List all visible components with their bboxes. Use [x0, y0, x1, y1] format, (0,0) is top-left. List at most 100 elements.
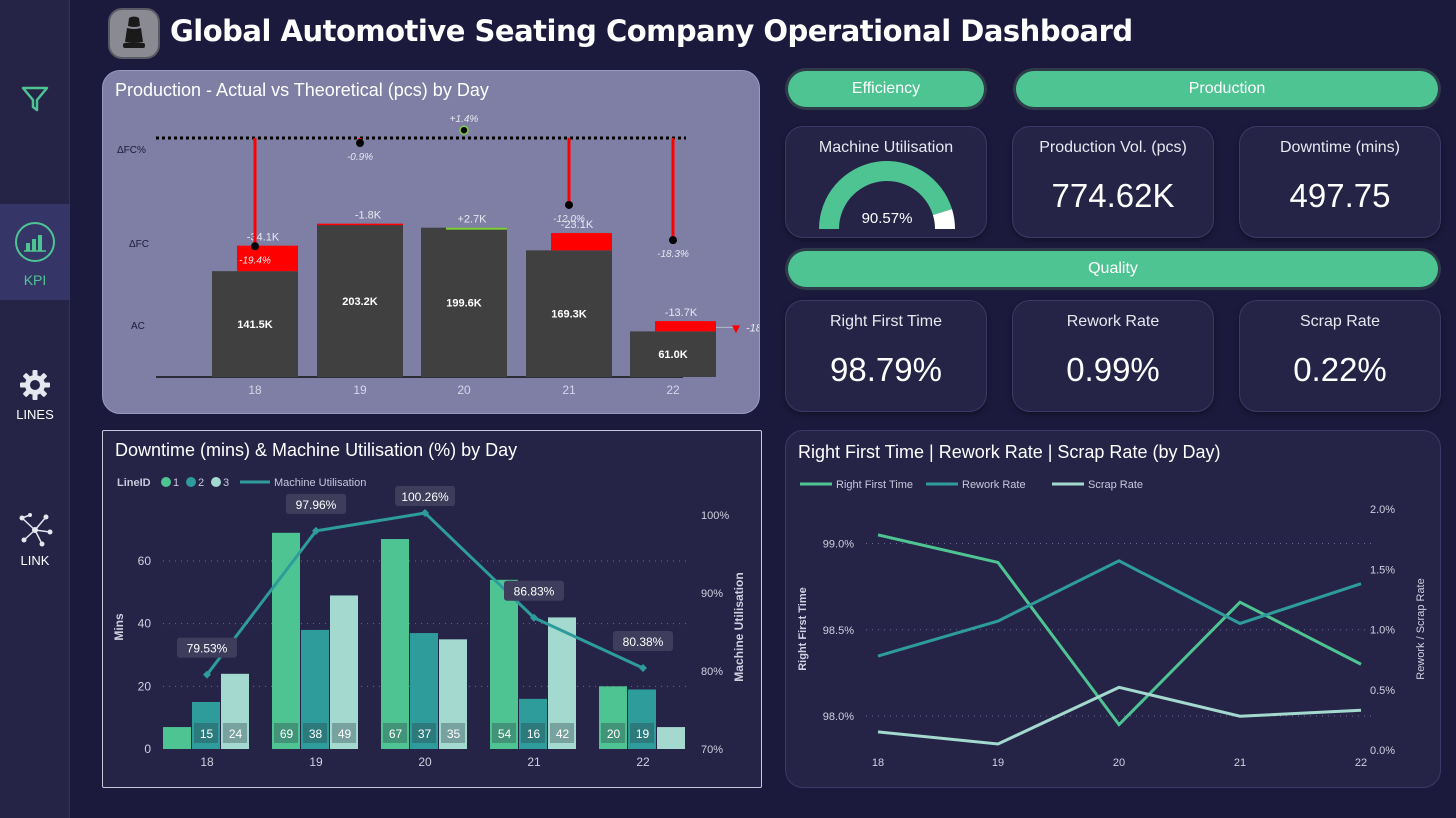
page-title: Global Automotive Seating Company Operat… — [170, 14, 1133, 48]
delta-label: +2.7K — [457, 214, 487, 226]
down-arrow-icon — [732, 325, 740, 334]
bar-label: 69 — [280, 727, 294, 741]
x-tick-label: 19 — [309, 755, 323, 769]
y-tick-label: 98.5% — [823, 625, 854, 637]
y-right-tick-label: 2.0% — [1370, 504, 1395, 516]
y-tick-label: 20 — [138, 679, 152, 693]
y-right-tick-label: 1.0% — [1370, 625, 1395, 637]
quality-chart-panel: Right First Time | Rework Rate | Scrap R… — [785, 430, 1441, 788]
x-tick-label: 20 — [1113, 757, 1125, 769]
kpi-label: Rework Rate — [1066, 313, 1160, 330]
pct-pin-head — [251, 242, 259, 251]
x-tick-label: 21 — [1234, 757, 1246, 769]
x-tick-label: 22 — [636, 755, 650, 769]
kpi-label: Production Vol. (pcs) — [1039, 139, 1187, 156]
sidebar: KPI LINES LINK — [0, 0, 70, 818]
network-link-icon — [19, 513, 53, 547]
y-axis-label: Mins — [112, 613, 126, 641]
y-right-tick-label: 0.0% — [1370, 745, 1395, 757]
section-production: Production — [1016, 71, 1438, 107]
x-tick-label: 21 — [527, 755, 541, 769]
y-tick-label: 40 — [138, 617, 152, 631]
sidebar-item-label: KPI — [23, 272, 47, 288]
kpi-value: 98.79% — [830, 351, 942, 388]
x-tick-label: 18 — [248, 383, 262, 397]
y-axis-label: Right First Time — [797, 587, 809, 671]
section-efficiency: Efficiency — [788, 71, 984, 107]
x-tick-label: 18 — [872, 757, 884, 769]
legend-swatch — [161, 477, 171, 487]
kpi-value: 0.99% — [1066, 351, 1160, 388]
bar-label: 15 — [200, 727, 214, 741]
kpi-label: Right First Time — [829, 313, 942, 330]
y-tick-label: 99.0% — [823, 539, 854, 551]
total-delta-label: -18.3% — [746, 322, 759, 334]
delta-bar — [446, 227, 507, 230]
downtime-bar — [272, 532, 300, 749]
kpi-machine-utilisation: Machine Utilisation 90.57% — [785, 126, 987, 238]
y-right-tick-label: 70% — [701, 744, 723, 756]
line-label: 100.26% — [401, 490, 449, 504]
x-tick-label: 19 — [353, 383, 367, 397]
x-tick-label: 21 — [562, 383, 576, 397]
pct-label: -0.9% — [347, 152, 373, 163]
kpi-label: Downtime (mins) — [1279, 139, 1400, 156]
pct-label: +1.4% — [450, 114, 479, 125]
legend-label: Scrap Rate — [1088, 479, 1143, 491]
legend-label: Rework Rate — [962, 479, 1026, 491]
downtime-chart: LineID 1 2 3 Machine Utilisation 0 20 40 60 70% 80… — [112, 477, 746, 769]
company-logo — [108, 8, 160, 59]
bar-label: 20 — [607, 727, 621, 741]
legend-swatch — [186, 477, 196, 487]
actual-label: 61.0K — [658, 349, 687, 361]
bar-label: 16 — [527, 727, 541, 741]
delta-bar — [551, 233, 612, 251]
row-label: ΔFC% — [117, 145, 146, 156]
gauge-value: 90.57% — [862, 210, 913, 227]
pct-pin-head — [565, 200, 573, 209]
pct-pin-head — [356, 139, 364, 148]
production-chart-panel: Production - Actual vs Theoretical (pcs)… — [102, 70, 760, 414]
production-chart: ΔFC% ΔFC AC 141.5K -34.1K -19.4% 18 203.2K -1.8K… — [117, 114, 759, 397]
legend-swatch — [211, 477, 221, 487]
sidebar-item-filter[interactable] — [0, 78, 70, 122]
kpi-value: 0.22% — [1293, 351, 1387, 388]
legend-label: 3 — [223, 477, 229, 489]
row-label: ΔFC — [129, 239, 149, 250]
legend-label: 1 — [173, 477, 179, 489]
bar-label: 35 — [447, 727, 461, 741]
line-label: 79.53% — [187, 642, 228, 656]
section-quality: Quality — [788, 251, 1438, 287]
y-tick-label: 60 — [138, 554, 152, 568]
row-label: AC — [131, 321, 145, 332]
downtime-bar — [381, 539, 409, 749]
x-tick-label: 22 — [1355, 757, 1367, 769]
bar-label: 38 — [309, 727, 323, 741]
delta-label: -1.8K — [355, 210, 382, 222]
series-line — [877, 559, 1362, 658]
sidebar-item-lines[interactable]: LINES — [0, 366, 70, 426]
kpi-production-vol: Production Vol. (pcs) 774.62K — [1012, 126, 1214, 238]
y-right-tick-label: 0.5% — [1370, 685, 1395, 697]
car-seat-icon — [123, 16, 145, 48]
kpi-value: 774.62K — [1051, 177, 1175, 214]
y-right-axis-label: Machine Utilisation — [732, 572, 746, 681]
x-tick-label: 22 — [666, 383, 680, 397]
line-label: 80.38% — [623, 635, 664, 649]
bar-label: 49 — [338, 727, 352, 741]
bar-label: 24 — [229, 727, 243, 741]
kpi-downtime: Downtime (mins) 497.75 — [1239, 126, 1441, 238]
bar-label: 19 — [636, 727, 650, 741]
delta-bar — [317, 223, 403, 226]
sidebar-item-label: LINK — [20, 553, 50, 568]
x-tick-label: 18 — [200, 755, 214, 769]
utilisation-gauge: 90.57% — [819, 160, 955, 229]
delta-bar — [655, 321, 716, 332]
sidebar-item-link[interactable]: LINK — [0, 512, 70, 572]
x-tick-label: 19 — [992, 757, 1004, 769]
delta-label: -34.1K — [247, 232, 280, 244]
sidebar-item-kpi[interactable]: KPI — [0, 204, 70, 300]
y-tick-label: 0 — [144, 742, 151, 756]
pct-label: -12.0% — [553, 214, 585, 225]
sidebar-item-label: LINES — [16, 407, 54, 422]
